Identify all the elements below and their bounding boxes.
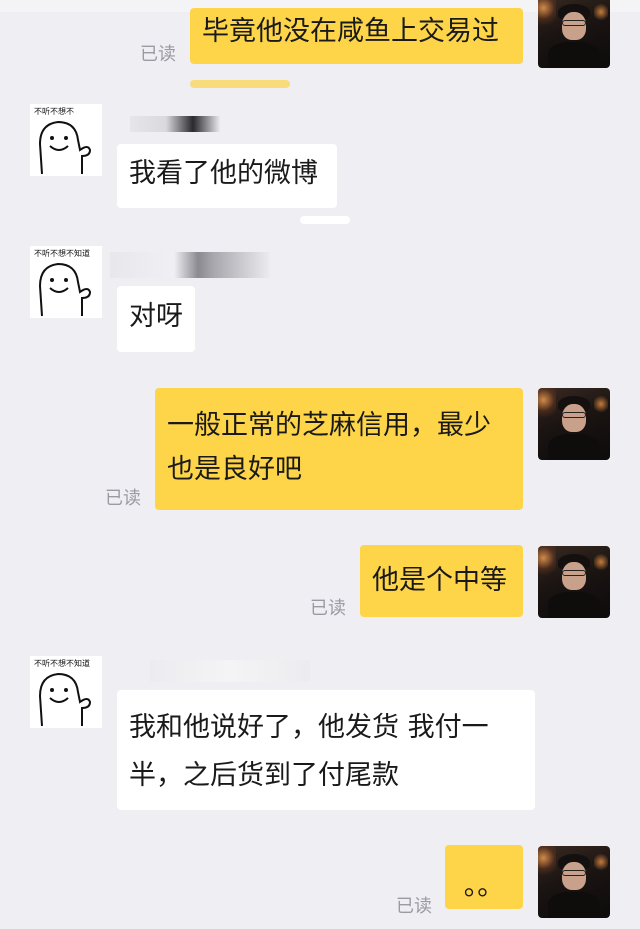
message-bubble-sent[interactable]: 他是个中等	[360, 545, 523, 617]
blurred-content	[190, 80, 290, 88]
read-receipt: 已读	[310, 598, 346, 619]
sticker-face-icon	[38, 672, 92, 727]
message-bubble-sent[interactable]: 一般正常的芝麻信用，最少 也是良好吧	[155, 388, 523, 510]
message-line: 一般正常的芝麻信用，最少	[167, 410, 491, 441]
message-bubble-received[interactable]: 我和他说好了，他发货 我付一 半，之后货到了付尾款	[117, 690, 535, 810]
message-bubble-sent[interactable]: 。。	[445, 845, 523, 909]
contact-avatar-sticker[interactable]: 不听不想不知道	[30, 246, 102, 318]
self-avatar[interactable]	[538, 388, 610, 460]
read-receipt: 已读	[140, 44, 176, 65]
contact-avatar-sticker[interactable]: 不听不想不知道	[30, 656, 102, 728]
message-bubble-received[interactable]: 对呀	[117, 286, 195, 352]
self-avatar[interactable]	[538, 546, 610, 618]
read-receipt: 已读	[396, 896, 432, 917]
sticker-face-icon	[38, 120, 92, 175]
blurred-content	[300, 216, 350, 224]
read-receipt: 已读	[105, 488, 141, 509]
message-line: 半，之后货到了付尾款	[129, 760, 399, 791]
self-avatar[interactable]	[538, 0, 610, 68]
blurred-content	[150, 660, 310, 682]
blurred-content	[130, 116, 220, 132]
message-line: 也是良好吧	[167, 454, 302, 485]
blurred-content	[110, 252, 270, 278]
message-bubble-received[interactable]: 我看了他的微博	[117, 144, 337, 208]
contact-avatar-sticker[interactable]: 不听不想不	[30, 104, 102, 176]
message-line: 我和他说好了，他发货 我付一	[129, 712, 489, 743]
message-bubble-sent[interactable]: 毕竟他没在咸鱼上交易过	[190, 8, 523, 64]
self-avatar[interactable]	[538, 846, 610, 918]
sticker-face-icon	[38, 262, 92, 317]
